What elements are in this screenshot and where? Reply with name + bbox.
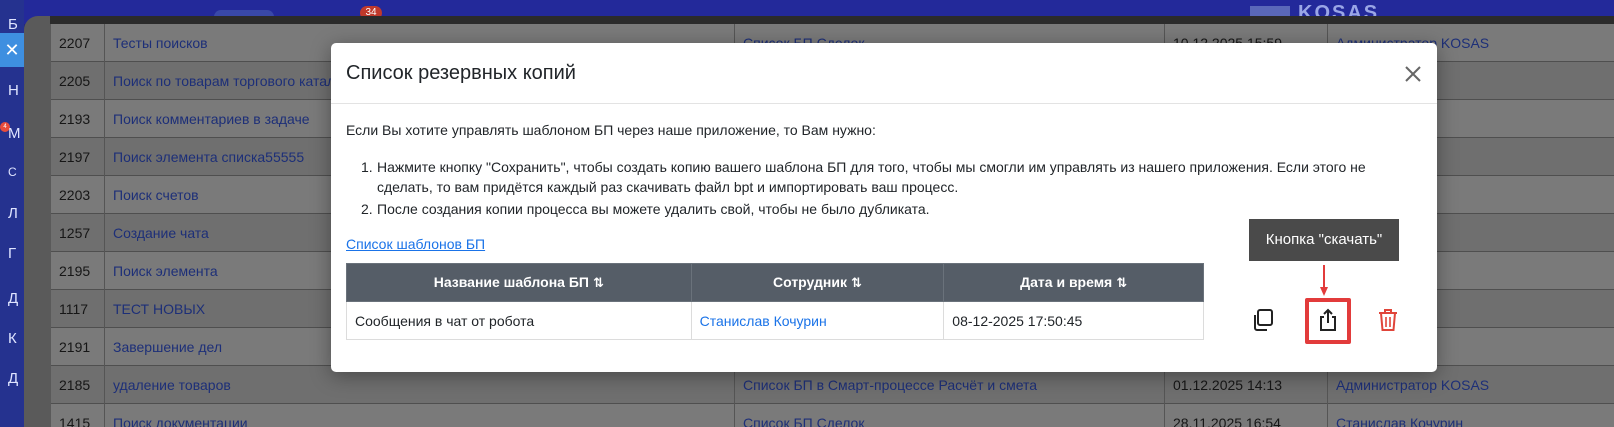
row-id: 2203 xyxy=(51,176,105,214)
delete-button[interactable] xyxy=(1368,300,1408,340)
download-button[interactable] xyxy=(1308,300,1348,340)
table-row[interactable]: 1415 Поиск документации Список БП Сделок… xyxy=(51,404,1614,427)
row-id: 1415 xyxy=(51,404,105,427)
column-header-employee[interactable]: Сотрудник ⇅ xyxy=(690,263,945,302)
row-date: 28.11.2025 16:54 xyxy=(1165,404,1328,427)
row-id: 2185 xyxy=(51,366,105,404)
copy-icon xyxy=(1254,309,1273,331)
rail-item[interactable]: Н xyxy=(8,82,24,99)
trash-icon xyxy=(1379,309,1397,331)
sort-icon: ⇅ xyxy=(592,275,604,290)
copy-button[interactable] xyxy=(1243,300,1283,340)
row-id: 2205 xyxy=(51,62,105,100)
row-list-link[interactable]: Список БП Сделок xyxy=(735,404,1165,427)
rail-item[interactable]: К xyxy=(8,330,24,347)
row-id: 2197 xyxy=(51,138,105,176)
row-id: 2191 xyxy=(51,328,105,366)
table-row: Сообщения в чат от робота Станислав Кочу… xyxy=(346,301,1204,340)
column-header-datetime[interactable]: Дата и время ⇅ xyxy=(943,263,1204,302)
rail-item[interactable]: Б xyxy=(8,16,24,33)
step-text: После создания копии процесса вы можете … xyxy=(377,201,930,217)
rail-item[interactable]: М xyxy=(8,125,24,142)
left-rail: ✕ Б Н 4 М С Л Г Д К Д xyxy=(0,0,24,427)
row-name-link[interactable]: Поиск документации xyxy=(105,404,735,427)
backup-list-modal: Список резервных копий Если Вы хотите уп… xyxy=(331,43,1437,372)
intro-text: Если Вы хотите управлять шаблоном БП чер… xyxy=(346,122,876,138)
panel-header xyxy=(50,16,1614,24)
step-number: 1. xyxy=(361,159,373,175)
rail-item[interactable]: Д xyxy=(8,290,24,307)
share-download-icon xyxy=(1320,308,1336,331)
backup-datetime: 08-12-2025 17:50:45 xyxy=(943,301,1204,340)
employee-link[interactable]: Станислав Кочурин xyxy=(690,301,945,340)
rail-item[interactable]: С xyxy=(8,165,24,179)
template-name: Сообщения в чат от робота xyxy=(346,301,692,340)
row-user-link[interactable]: Станислав Кочурин xyxy=(1328,404,1614,427)
sort-icon: ⇅ xyxy=(850,275,862,290)
tooltip-arrow-icon xyxy=(1320,265,1328,296)
modal-title: Список резервных копий xyxy=(346,62,576,84)
rail-item[interactable]: Г xyxy=(8,245,24,262)
rail-item[interactable]: Д xyxy=(8,370,24,387)
download-tooltip: Кнопка "скачать" xyxy=(1249,219,1399,261)
close-icon[interactable]: ✕ xyxy=(0,33,24,67)
row-id: 1257 xyxy=(51,214,105,252)
backup-table: Название шаблона БП ⇅ Сотрудник ⇅ Дата и в… xyxy=(346,263,1204,340)
row-id: 2193 xyxy=(51,100,105,138)
row-id: 2207 xyxy=(51,24,105,62)
step-number: 2. xyxy=(361,201,373,217)
row-id: 1117 xyxy=(51,290,105,328)
row-id: 2195 xyxy=(51,252,105,290)
instruction-steps: 1. Нажмите кнопку "Сохранить", чтобы соз… xyxy=(361,157,1421,221)
instruction-step: 2. После создания копии процесса вы може… xyxy=(361,199,1421,219)
sort-icon: ⇅ xyxy=(1116,275,1128,290)
templates-list-link[interactable]: Список шаблонов БП xyxy=(346,236,485,252)
modal-header: Список резервных копий xyxy=(331,43,1437,104)
close-icon[interactable] xyxy=(1398,59,1428,89)
step-text: Нажмите кнопку "Сохранить", чтобы создат… xyxy=(377,159,1366,195)
column-header-name[interactable]: Название шаблона БП ⇅ xyxy=(346,263,692,302)
rail-item[interactable]: Л xyxy=(8,205,24,222)
instruction-step: 1. Нажмите кнопку "Сохранить", чтобы соз… xyxy=(361,157,1421,197)
